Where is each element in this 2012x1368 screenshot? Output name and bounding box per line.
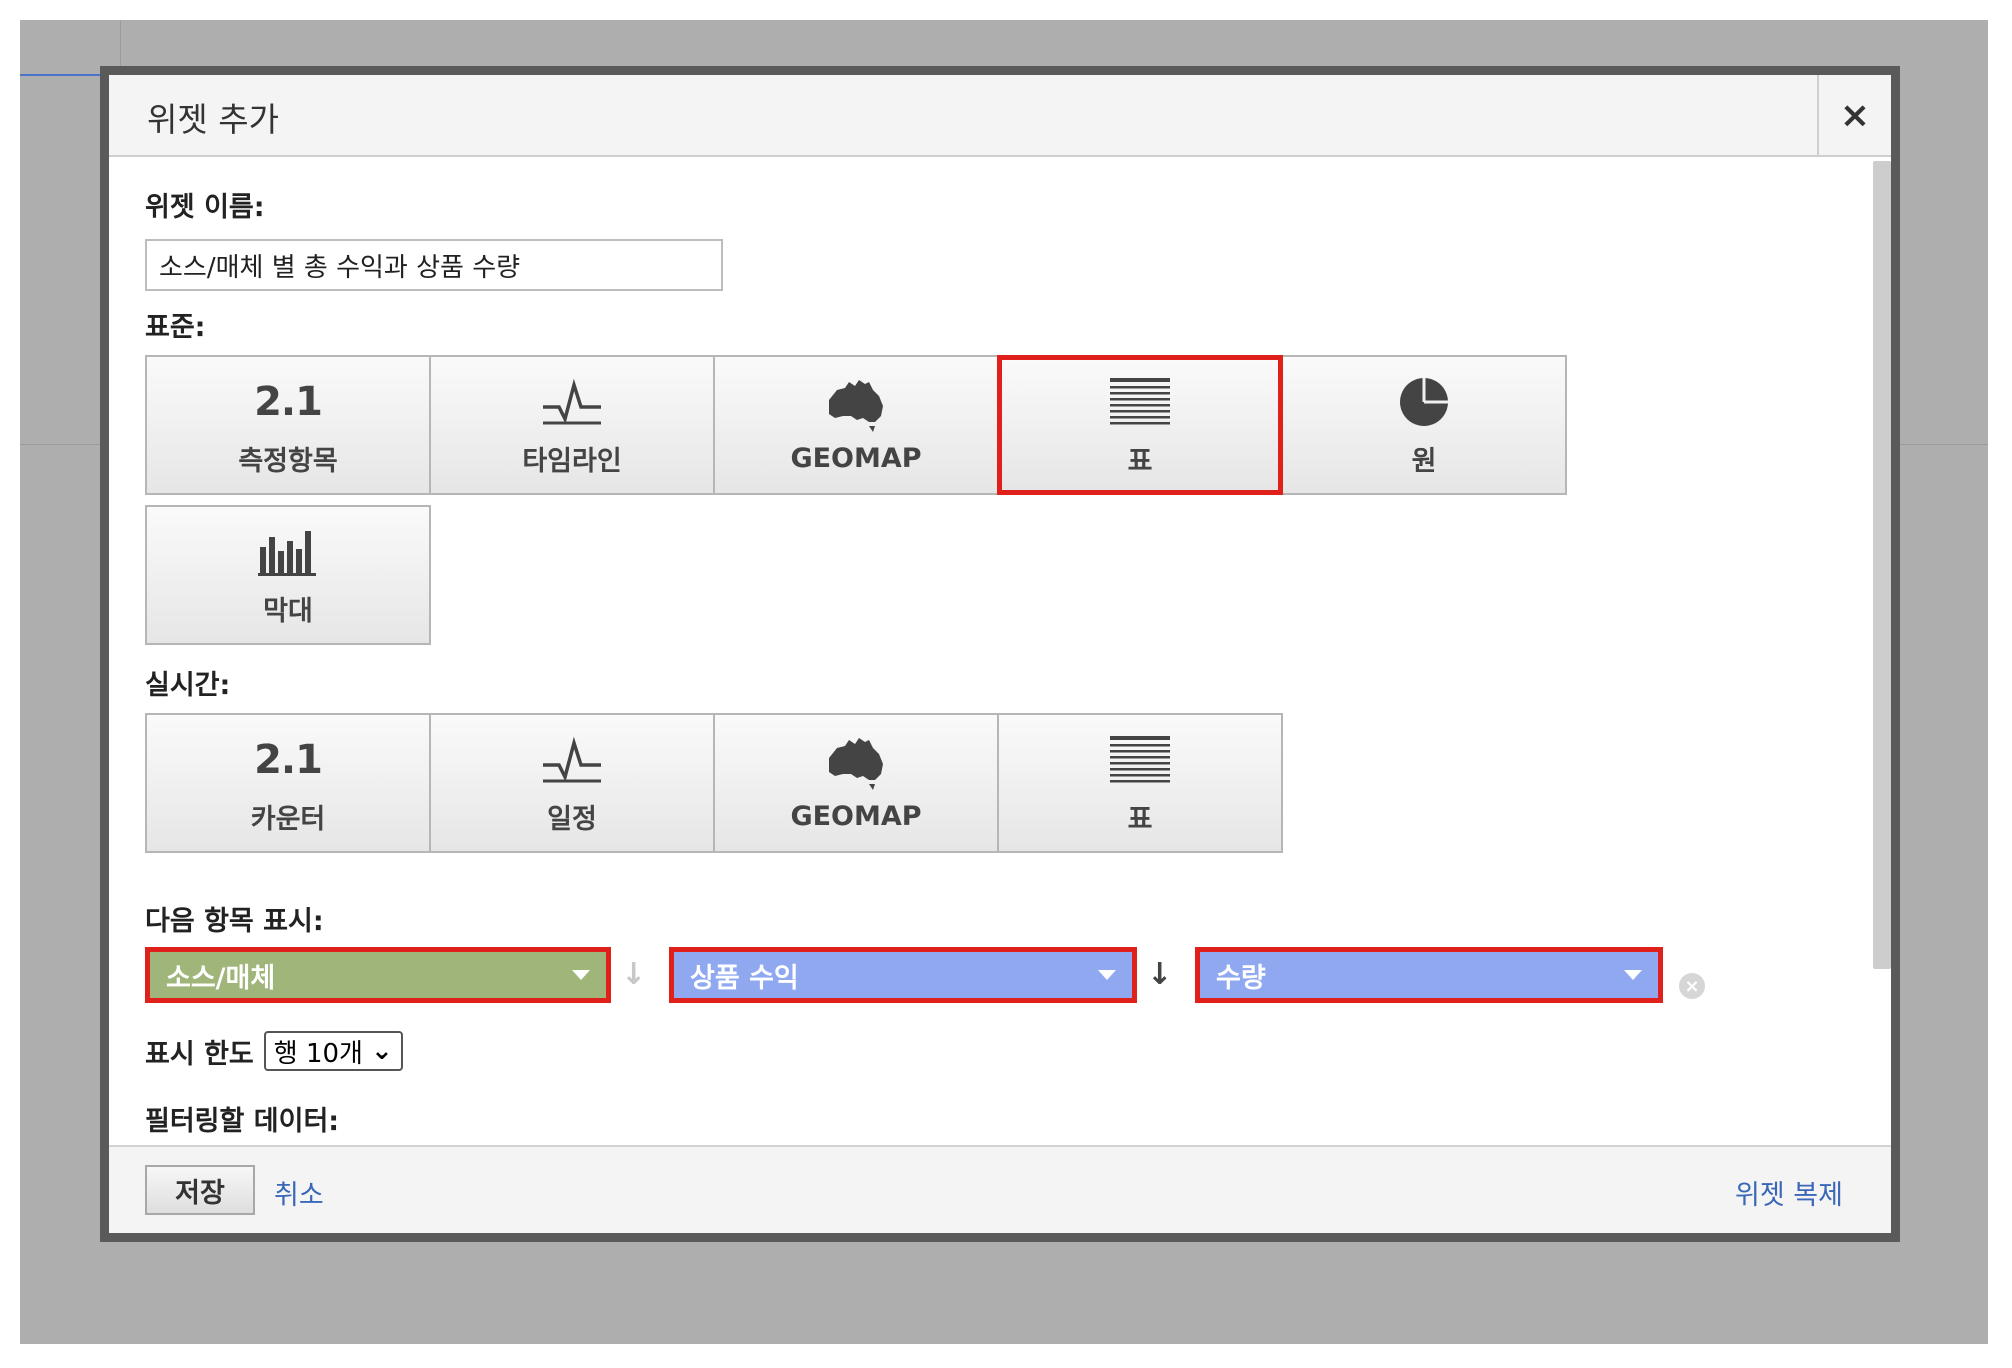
metric1-value: 상품 수익 xyxy=(690,962,799,994)
realtime-label: 실시간: xyxy=(145,670,231,701)
dialog-titlebar: 위젯 추가 × xyxy=(109,75,1891,157)
dimension-value: 소스/매체 xyxy=(166,962,276,994)
tile-metric[interactable]: 2.1 측정항목 xyxy=(145,355,431,495)
display-limit-row: 표시 한도 행 10개 ⌄ xyxy=(145,1031,403,1071)
chevron-down-icon: ⌄ xyxy=(370,1036,393,1066)
dialog-body: 위젯 이름: 표준: 2.1 측정항목 타임라인 GEOMAP xyxy=(109,157,1891,1154)
australia-map-icon xyxy=(825,377,887,435)
cancel-link[interactable]: 취소 xyxy=(274,1173,324,1212)
close-button[interactable]: × xyxy=(1817,75,1891,155)
tile-geomap[interactable]: GEOMAP xyxy=(713,355,999,495)
timeline-icon xyxy=(541,373,603,431)
copy-widget-link[interactable]: 위젯 복제 xyxy=(1735,1173,1843,1212)
scrollbar[interactable] xyxy=(1873,161,1891,969)
caret-down-icon xyxy=(1624,970,1642,980)
tile-label: GEOMAP xyxy=(790,800,922,832)
timeline-icon xyxy=(541,731,603,789)
display-selectors: 소스/매체 ↓ 상품 수익 ↓ 수량 × xyxy=(109,947,1891,1017)
tile-label: 원 xyxy=(1411,445,1437,477)
caret-down-icon xyxy=(572,970,590,980)
tile-label: 표 xyxy=(1127,445,1153,477)
metric2-value: 수량 xyxy=(1216,962,1266,994)
metric-icon: 2.1 xyxy=(254,378,323,425)
tile-label: 카운터 xyxy=(250,803,326,835)
remove-metric-icon[interactable]: × xyxy=(1679,973,1705,999)
counter-icon: 2.1 xyxy=(254,736,323,783)
realtime-tiles: 2.1 카운터 일정 GEOMAP 표 xyxy=(145,713,1283,853)
add-widget-dialog: 위젯 추가 × 위젯 이름: 표준: 2.1 측정항목 타임라인 xyxy=(100,66,1900,1242)
pie-chart-icon xyxy=(1398,373,1450,431)
limit-label: 표시 한도 xyxy=(145,1038,254,1070)
tile-label: 막대 xyxy=(263,595,313,627)
tile-counter[interactable]: 2.1 카운터 xyxy=(145,713,431,853)
standard-label: 표준: xyxy=(145,312,206,343)
dialog-footer: 저장 취소 위젯 복제 xyxy=(109,1145,1891,1233)
tile-label: GEOMAP xyxy=(790,442,922,474)
tile-label: 타임라인 xyxy=(522,445,622,477)
standard-tiles-row2: 막대 xyxy=(145,505,431,645)
tile-table-realtime[interactable]: 표 xyxy=(997,713,1283,853)
tile-label: 표 xyxy=(1127,803,1153,835)
tile-bar[interactable]: 막대 xyxy=(145,505,431,645)
tile-timeline[interactable]: 타임라인 xyxy=(429,355,715,495)
tile-label: 일정 xyxy=(547,803,597,835)
tile-schedule[interactable]: 일정 xyxy=(429,713,715,853)
tile-geomap-realtime[interactable]: GEOMAP xyxy=(713,713,999,853)
save-button[interactable]: 저장 xyxy=(145,1165,255,1215)
tile-label: 측정항목 xyxy=(238,445,338,477)
australia-map-icon xyxy=(825,735,887,793)
dimension-dropdown[interactable]: 소스/매체 xyxy=(145,947,611,1003)
metric2-dropdown[interactable]: 수량 xyxy=(1195,947,1663,1003)
close-icon: × xyxy=(1839,94,1871,136)
arrow-down-icon[interactable]: ↓ xyxy=(1147,957,1172,992)
filter-label: 필터링할 데이터: xyxy=(145,1106,340,1137)
table-lines-icon xyxy=(1108,731,1172,789)
tile-pie[interactable]: 원 xyxy=(1281,355,1567,495)
table-lines-icon xyxy=(1108,373,1172,431)
standard-tiles: 2.1 측정항목 타임라인 GEOMAP 표 원 xyxy=(145,355,1567,495)
arrow-down-icon[interactable]: ↓ xyxy=(621,957,646,992)
limit-value: 행 10개 xyxy=(273,1038,363,1069)
display-label: 다음 항목 표시: xyxy=(145,906,324,937)
bar-chart-icon xyxy=(258,523,318,581)
backdrop-chart-line xyxy=(20,74,100,76)
widget-name-input[interactable] xyxy=(145,239,723,291)
widget-name-label: 위젯 이름: xyxy=(145,192,265,223)
dialog-title: 위젯 추가 xyxy=(147,100,279,139)
tile-table[interactable]: 표 xyxy=(997,355,1283,495)
caret-down-icon xyxy=(1098,970,1116,980)
metric1-dropdown[interactable]: 상품 수익 xyxy=(669,947,1137,1003)
limit-select[interactable]: 행 10개 ⌄ xyxy=(263,1031,403,1071)
